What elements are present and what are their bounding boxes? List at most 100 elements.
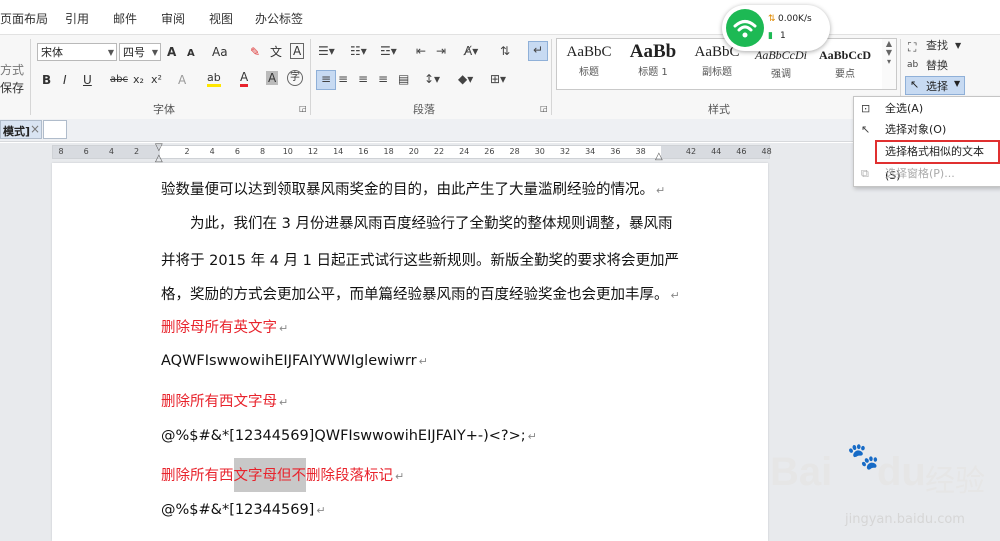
enclose-char-button[interactable]: 字 bbox=[287, 70, 303, 86]
ruler-number: 38 bbox=[635, 147, 646, 156]
text-effect-button[interactable]: A bbox=[178, 71, 186, 89]
paw-icon: 🐾 bbox=[847, 442, 880, 472]
bold-button[interactable]: B bbox=[42, 71, 51, 89]
menu-item-select-all[interactable]: ⊡ 全选(A) bbox=[854, 99, 1000, 119]
borders-icon[interactable]: ⊞▾ bbox=[490, 71, 506, 87]
strikethrough-button[interactable]: abc bbox=[110, 71, 128, 89]
first-line-indent-marker-icon[interactable]: ▽ bbox=[155, 142, 163, 153]
ruler-number: 26 bbox=[484, 147, 495, 156]
change-case-button[interactable]: Aa bbox=[212, 43, 228, 61]
menu-view[interactable]: 视图 bbox=[209, 10, 233, 27]
network-speed-widget[interactable]: ⇅ 0.00K/s ▮ 1 bbox=[722, 5, 830, 51]
right-indent-marker-icon[interactable]: △ bbox=[655, 151, 663, 162]
grow-font-button[interactable]: A bbox=[167, 43, 176, 61]
ruler-number: 28 bbox=[509, 147, 520, 156]
paragraph-group-label: 段落 bbox=[413, 103, 435, 116]
shrink-font-button[interactable]: A bbox=[187, 45, 195, 63]
style-key-point[interactable]: AaBbCcD 要点 bbox=[813, 39, 877, 87]
superscript-button[interactable]: x² bbox=[151, 71, 162, 89]
select-all-icon: ⊡ bbox=[861, 102, 871, 115]
doc-line[interactable]: 格，奖励的方式会更加公平，而单篇经验暴风雨的百度经验奖金也会更加丰厚。 ↵ bbox=[161, 283, 680, 304]
more-styles-icon[interactable]: ▾ bbox=[882, 57, 896, 66]
ribbon-left-partial-1[interactable]: 方式 bbox=[0, 61, 24, 79]
char-border-button[interactable]: A bbox=[290, 43, 305, 59]
ruler-number: 44 bbox=[711, 147, 722, 156]
multilevel-list-icon[interactable]: ☲▾ bbox=[380, 43, 397, 59]
menu-references[interactable]: 引用 bbox=[65, 10, 89, 27]
doc-line-red[interactable]: 删除所有西文字母但不删除段落标记 ↵ bbox=[161, 458, 404, 492]
decrease-indent-icon[interactable]: ⇤ bbox=[416, 43, 426, 59]
ruler-number: 14 bbox=[333, 147, 344, 156]
doc-line-red[interactable]: 删除母所有英文字 ↵ bbox=[161, 316, 288, 337]
ruler-number: 24 bbox=[459, 147, 470, 156]
chevron-down-icon: ▼ bbox=[954, 79, 961, 88]
style-title[interactable]: AaBbC 标题 bbox=[557, 39, 621, 87]
device-icon: ▮ bbox=[768, 31, 773, 41]
styles-group-label: 样式 bbox=[708, 103, 730, 116]
font-name-select[interactable]: 宋体 ▼ bbox=[37, 43, 117, 61]
ruler-number: 20 bbox=[408, 147, 419, 156]
numbering-icon[interactable]: ☷▾ bbox=[350, 43, 367, 59]
replace-icon: ab bbox=[907, 60, 919, 70]
menu-item-select-objects[interactable]: ↖ 选择对象(O) bbox=[854, 120, 1000, 140]
highlight-button[interactable]: ab bbox=[207, 71, 221, 87]
paragraph-dialog-launcher-icon[interactable]: ◲ bbox=[540, 101, 548, 117]
doc-line[interactable]: @%$#&*[12344569]QWFIswwowihEIJFAIY+-)<?>… bbox=[161, 428, 537, 444]
scroll-down-icon[interactable]: ▼ bbox=[882, 48, 896, 57]
menu-office-tab[interactable]: 办公标签 bbox=[255, 10, 303, 27]
document-tab[interactable]: 模式] × bbox=[0, 120, 42, 139]
ruler-number: 4 bbox=[108, 147, 114, 156]
close-icon[interactable]: × bbox=[30, 122, 40, 136]
doc-line-red[interactable]: 删除所有西文字母 ↵ bbox=[161, 390, 288, 411]
distributed-icon[interactable]: ▤ bbox=[398, 71, 409, 87]
doc-line[interactable]: 验数量便可以达到领取暴风雨奖金的目的，由此产生了大量滥刷经验的情况。 ↵ bbox=[161, 178, 665, 199]
sort-icon[interactable]: ⇅ bbox=[500, 43, 510, 59]
font-color-button[interactable]: A bbox=[240, 71, 249, 87]
ruler-number: 10 bbox=[282, 147, 293, 156]
clear-format-icon[interactable]: ✎ bbox=[250, 43, 260, 61]
doc-line[interactable]: 为此，我们在 3 月份进暴风雨百度经验行了全勤奖的整体规则调整，暴风雨 bbox=[190, 212, 672, 233]
underline-button[interactable]: U bbox=[83, 71, 92, 89]
menu-mailings[interactable]: 邮件 bbox=[113, 10, 137, 27]
align-center-icon[interactable]: ≡ bbox=[338, 71, 348, 87]
justify-icon[interactable]: ≡ bbox=[378, 71, 388, 87]
char-shading-button[interactable]: A bbox=[266, 71, 279, 85]
chevron-down-icon[interactable]: ▼ bbox=[955, 37, 961, 55]
style-heading-1[interactable]: AaBb 标题 1 bbox=[621, 39, 685, 87]
font-dialog-launcher-icon[interactable]: ◲ bbox=[299, 101, 307, 117]
find-button[interactable]: 查找 bbox=[926, 37, 948, 55]
subscript-button[interactable]: x₂ bbox=[133, 71, 144, 89]
chevron-down-icon: ▼ bbox=[151, 48, 158, 57]
ribbon-left-partial-2[interactable]: 保存 bbox=[0, 79, 24, 97]
scroll-up-icon[interactable]: ▲ bbox=[882, 39, 896, 48]
select-button[interactable]: ↖ 选择 ▼ bbox=[905, 76, 965, 95]
increase-indent-icon[interactable]: ⇥ bbox=[436, 43, 446, 59]
font-group-label: 字体 bbox=[153, 103, 175, 116]
line-spacing-icon[interactable]: ↕▾ bbox=[424, 71, 440, 87]
ruler-number: 4 bbox=[209, 147, 215, 156]
show-marks-icon[interactable]: ↵ bbox=[528, 41, 548, 61]
doc-line[interactable]: @%$#&*[12344569] ↵ bbox=[161, 502, 326, 518]
speed-arrows-icon: ⇅ bbox=[768, 14, 776, 24]
font-size-select[interactable]: 四号 ▼ bbox=[119, 43, 161, 61]
menu-review[interactable]: 审阅 bbox=[161, 10, 185, 27]
menu-item-select-similar-format[interactable]: 选择格式相似的文本(S) bbox=[875, 140, 1000, 182]
italic-button[interactable]: I bbox=[63, 71, 67, 89]
shading-icon[interactable]: ◆▾ bbox=[458, 71, 473, 87]
styles-scroll[interactable]: ▲ ▼ ▾ bbox=[882, 38, 897, 90]
align-left-icon[interactable]: ≡ bbox=[316, 70, 336, 90]
phonetic-guide-button[interactable]: 文 bbox=[270, 43, 282, 61]
replace-button[interactable]: 替换 bbox=[926, 57, 948, 75]
menu-page-layout[interactable]: 页面布局 bbox=[0, 10, 48, 27]
ruler-number: 8 bbox=[58, 147, 64, 156]
ruler-number: 6 bbox=[234, 147, 240, 156]
align-right-icon[interactable]: ≡ bbox=[358, 71, 368, 87]
doc-line[interactable]: AQWFIswwowihEIJFAIYWWIglewiwrr ↵ bbox=[161, 353, 428, 369]
ruler-number: 2 bbox=[184, 147, 190, 156]
ruler-number: 42 bbox=[685, 147, 697, 156]
bullets-icon[interactable]: ☰▾ bbox=[318, 43, 335, 59]
new-tab[interactable] bbox=[43, 120, 67, 139]
chinese-layout-icon[interactable]: A̸▾ bbox=[464, 43, 478, 59]
doc-line[interactable]: 并将于 2015 年 4 月 1 日起正式试行这些新规则。新版全勤奖的要求将会更… bbox=[161, 249, 679, 270]
selection-pane-icon: ⧉ bbox=[861, 167, 869, 180]
